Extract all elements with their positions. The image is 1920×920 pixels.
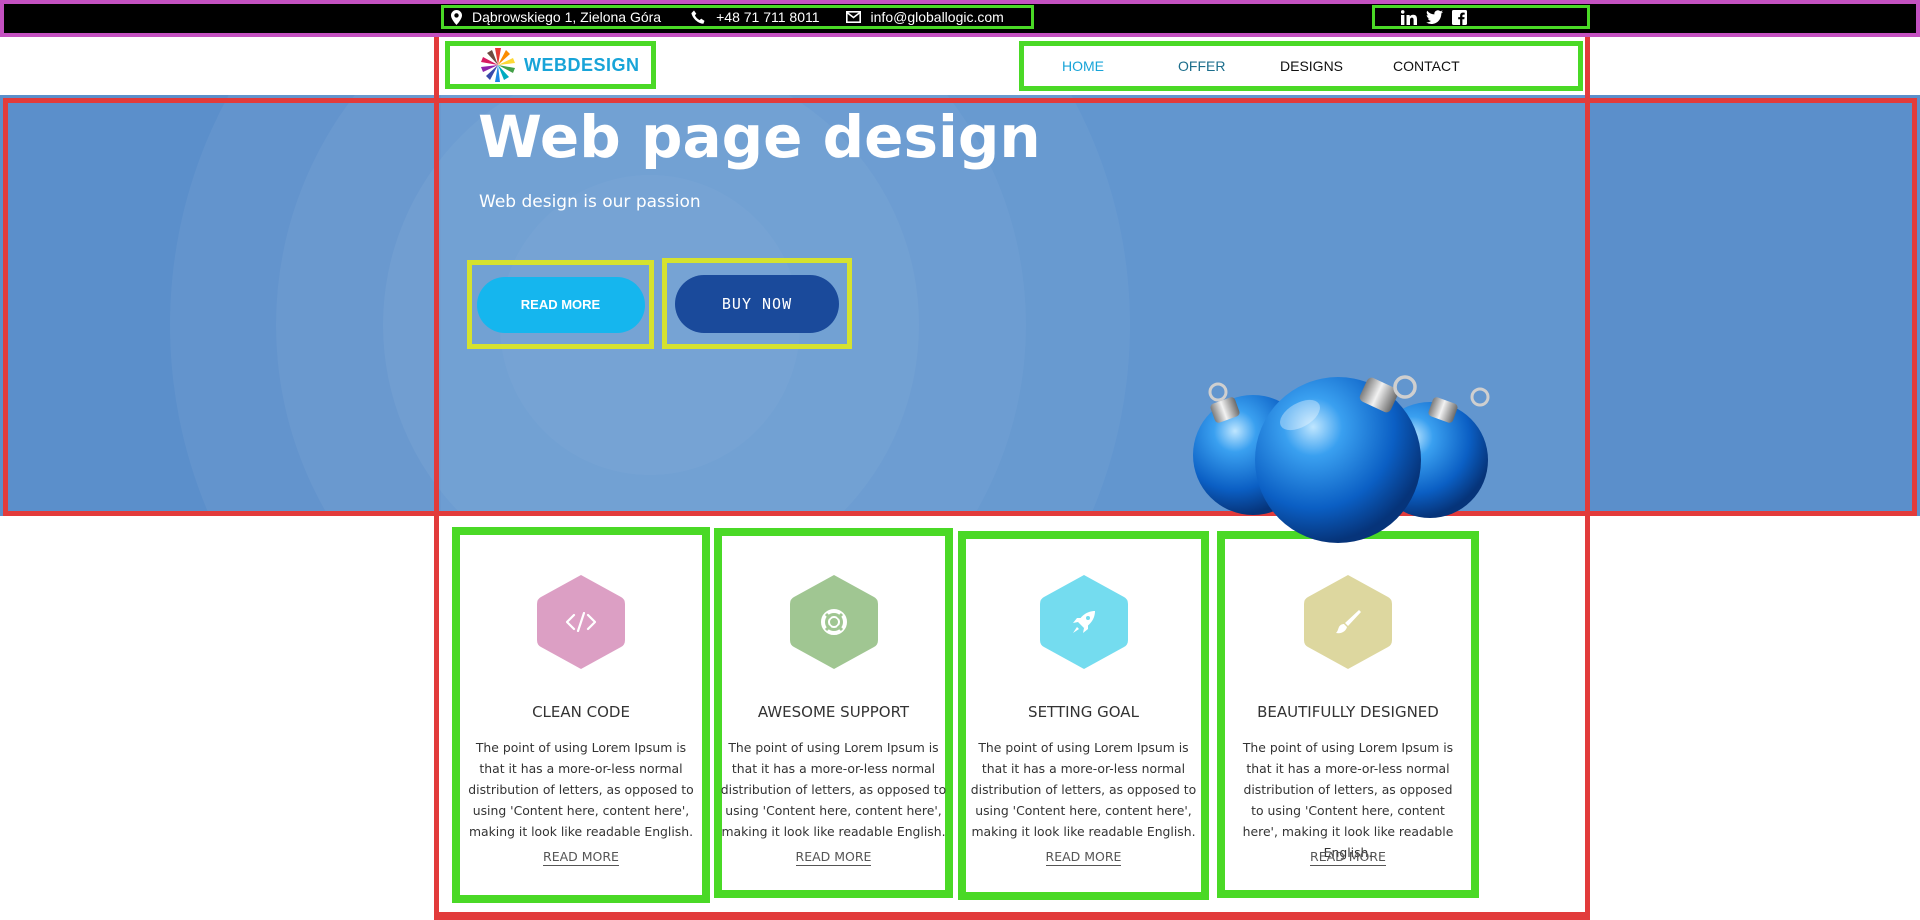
address-text: Dąbrowskiego 1, Zielona Góra [472,9,662,25]
address-item: Dąbrowskiego 1, Zielona Góra [451,9,661,25]
feature-title: BEAUTIFULLY DESIGNED [1257,703,1439,721]
email-text: info@globallogic.com [870,9,1004,25]
feature-description: The point of using Lorem Ipsum is that i… [1242,740,1454,860]
linkedin-icon[interactable] [1401,9,1417,25]
logo-text: WEBDESIGN [524,54,640,75]
twitter-icon[interactable] [1426,10,1443,24]
hero-subtitle: Web design is our passion [479,192,701,212]
content-frame-bottom [434,912,1590,920]
envelope-icon [845,11,861,23]
feature-card-beautifully-designed: BEAUTIFULLY DESIGNED The point of using … [1217,531,1479,898]
nav-home[interactable]: HOME [1062,58,1178,74]
rocket-icon [1072,611,1095,633]
feature-title: CLEAN CODE [532,703,630,721]
contact-info: Dąbrowskiego 1, Zielona Góra +48 71 711 … [441,5,1034,29]
buy-now-wrapper: BUY NOW [662,258,852,349]
buy-now-button[interactable]: BUY NOW [675,274,839,333]
email-item[interactable]: info@globallogic.com [845,9,1004,25]
feature-read-more-link[interactable]: READ MORE [722,849,945,866]
top-bar: Dąbrowskiego 1, Zielona Góra +48 71 711 … [0,0,1920,37]
hexagon-badge [1039,573,1128,671]
read-more-button[interactable]: READ MORE [476,276,645,333]
christmas-ornaments-image [1193,375,1490,543]
feature-read-more-link[interactable]: READ MORE [460,849,702,866]
social-links [1372,5,1590,29]
phone-icon [691,10,705,24]
nav-designs[interactable]: DESIGNS [1280,58,1393,74]
read-more-wrapper: READ MORE [467,260,654,349]
feature-description: The point of using Lorem Ipsum is that i… [720,740,947,839]
phone-text: +48 71 711 8011 [716,9,820,25]
hexagon-badge [537,573,625,671]
feature-card-clean-code: CLEAN CODE The point of using Lorem Ipsu… [452,527,710,903]
logo[interactable]: WEBDESIGN [445,41,656,89]
feature-title: SETTING GOAL [1028,703,1139,721]
code-icon [566,612,596,632]
feature-read-more-label: READ MORE [1045,849,1122,866]
feature-title: AWESOME SUPPORT [757,703,910,721]
feature-read-more-link[interactable]: READ MORE [966,849,1201,866]
feature-card-setting-goal: SETTING GOAL The point of using Lorem Ip… [958,531,1209,900]
hexagon-badge [789,573,878,671]
feature-read-more-link[interactable]: READ MORE [1225,849,1471,866]
nav-contact[interactable]: CONTACT [1393,58,1460,74]
feature-card-awesome-support: AWESOME SUPPORT The point of using Lorem… [714,528,953,898]
nav-offer[interactable]: OFFER [1178,58,1280,74]
feature-read-more-label: READ MORE [1310,849,1386,866]
feature-read-more-label: READ MORE [795,849,872,866]
hero-title: Web page design [478,103,1041,171]
phone-item[interactable]: +48 71 711 8011 [691,9,820,25]
feature-description: The point of using Lorem Ipsum is that i… [468,740,694,839]
feature-read-more-label: READ MORE [543,849,619,866]
brush-icon [1336,610,1361,634]
support-icon [820,609,847,635]
feature-description: The point of using Lorem Ipsum is that i… [970,740,1197,839]
map-pin-icon [451,9,462,25]
hexagon-badge [1304,573,1392,671]
facebook-icon[interactable] [1452,9,1467,25]
pinwheel-logo-icon [481,48,515,82]
main-nav: HOME OFFER DESIGNS CONTACT [1019,41,1583,91]
